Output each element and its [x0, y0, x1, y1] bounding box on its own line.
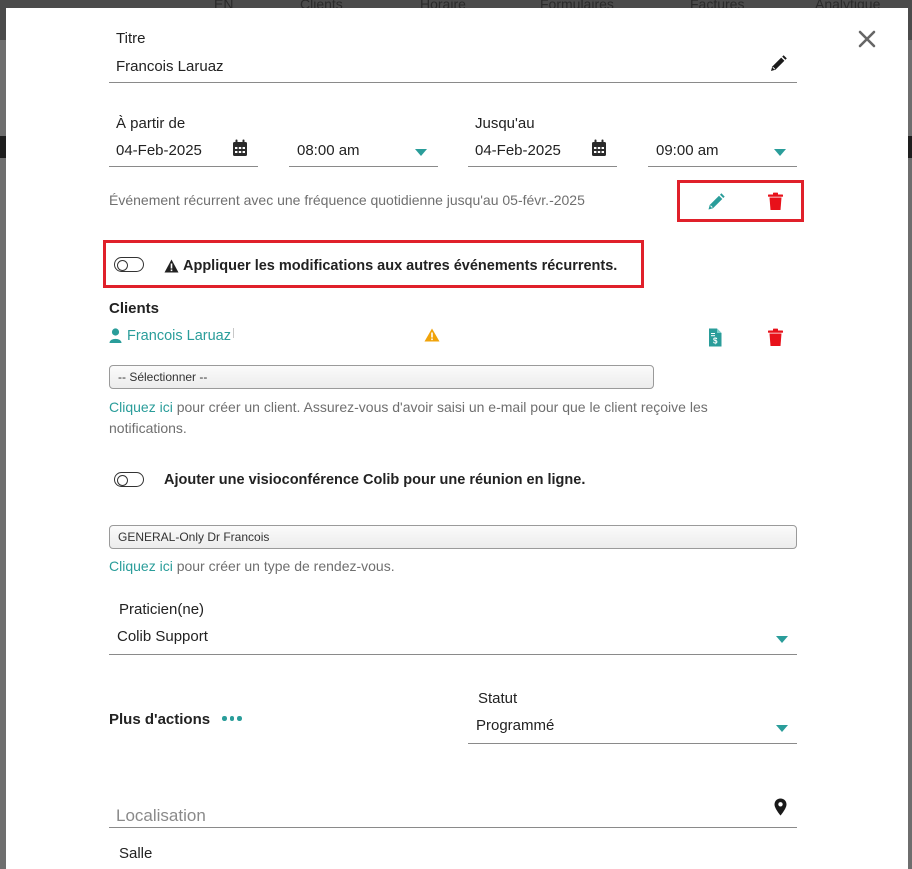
title-input[interactable]: Francois Laruaz	[116, 58, 224, 75]
warning-icon	[424, 328, 440, 342]
chevron-down-icon[interactable]	[415, 149, 427, 156]
to-label: Jusqu'au	[475, 115, 535, 132]
to-date-input[interactable]: 04-Feb-2025	[475, 142, 561, 159]
location-input[interactable]: Localisation	[116, 806, 206, 826]
status-select[interactable]: Programmé	[476, 717, 554, 734]
more-actions-dots-icon[interactable]	[222, 716, 242, 721]
practitioner-select[interactable]: Colib Support	[117, 628, 208, 645]
background-band-right	[908, 136, 912, 158]
svg-text:$: $	[713, 337, 718, 346]
user-icon	[109, 328, 122, 343]
appointment-help-description: pour créer un type de rendez-vous.	[176, 558, 395, 574]
edit-recurrence-pencil-icon[interactable]	[706, 192, 726, 212]
create-appointment-type-link[interactable]: Cliquez ici	[109, 558, 173, 574]
from-time-underline	[289, 166, 438, 167]
to-time-select[interactable]: 09:00 am	[656, 142, 719, 159]
clients-heading: Clients	[109, 300, 160, 317]
warning-icon	[164, 259, 179, 273]
client-separator	[233, 328, 235, 338]
client-name-link[interactable]: Francois Laruaz	[127, 328, 231, 344]
chevron-down-icon[interactable]	[776, 725, 788, 732]
invoice-icon[interactable]: $	[708, 328, 722, 347]
title-label: Titre	[116, 30, 146, 47]
from-time-select[interactable]: 08:00 am	[297, 142, 360, 159]
background-right-strip	[908, 40, 912, 869]
location-underline	[109, 827, 797, 828]
client-help-description: pour créer un client. Assurez-vous d'avo…	[109, 399, 708, 436]
close-icon[interactable]	[856, 28, 878, 50]
pencil-icon[interactable]	[768, 54, 788, 74]
delete-recurrence-trash-icon[interactable]	[767, 192, 784, 211]
from-date-input[interactable]: 04-Feb-2025	[116, 142, 202, 159]
client-help-text: Cliquez ici pour créer un client. Assure…	[109, 397, 749, 439]
practitioner-underline	[109, 654, 797, 655]
chevron-down-icon[interactable]	[774, 149, 786, 156]
video-conference-toggle[interactable]	[114, 472, 144, 487]
status-underline	[468, 743, 797, 744]
to-time-underline	[648, 166, 797, 167]
title-underline	[109, 82, 797, 83]
recurrence-actions-highlight	[677, 180, 804, 222]
map-pin-icon	[774, 798, 787, 816]
appointment-help-text: Cliquez ici pour créer un type de rendez…	[109, 558, 395, 574]
room-label: Salle	[119, 845, 153, 862]
practitioner-label: Praticien(ne)	[119, 601, 205, 618]
from-date-underline	[109, 166, 258, 167]
apply-recurring-label: Appliquer les modifications aux autres é…	[183, 258, 618, 274]
remove-client-trash-icon[interactable]	[767, 328, 784, 347]
apply-recurring-toggle[interactable]	[114, 257, 144, 272]
to-date-underline	[468, 166, 617, 167]
chevron-down-icon[interactable]	[776, 636, 788, 643]
video-conference-label: Ajouter une visioconférence Colib pour u…	[164, 472, 586, 488]
create-client-link[interactable]: Cliquez ici	[109, 399, 173, 415]
status-label: Statut	[478, 690, 518, 707]
more-actions-label: Plus d'actions	[109, 711, 211, 728]
calendar-icon[interactable]	[591, 139, 607, 157]
client-select[interactable]: -- Sélectionner --	[109, 365, 654, 389]
event-modal: Titre Francois Laruaz À partir de 04-Feb…	[6, 8, 908, 869]
appointment-type-select[interactable]: GENERAL-Only Dr Francois	[109, 525, 797, 549]
from-label: À partir de	[116, 115, 186, 132]
recurrence-description: Événement récurrent avec une fréquence q…	[109, 192, 585, 208]
calendar-icon[interactable]	[232, 139, 248, 157]
